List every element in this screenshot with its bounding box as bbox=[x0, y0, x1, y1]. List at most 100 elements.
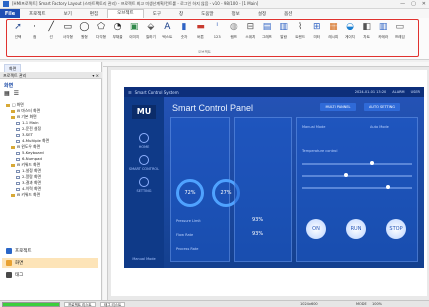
menu-tools[interactable]: 도구 bbox=[144, 11, 170, 17]
tool-arc[interactable]: ◔ 부채꼴 bbox=[110, 22, 126, 52]
tool-polygon[interactable]: ⬠ 다각형 bbox=[93, 22, 109, 52]
slider-knob-2[interactable] bbox=[344, 173, 348, 177]
tool-graph[interactable]: ▤ 그래프 bbox=[259, 22, 275, 52]
nav-screen[interactable]: 화면 bbox=[2, 258, 98, 268]
tool-rectangle[interactable]: ▭ 사각형 bbox=[60, 22, 76, 52]
tool-alarm[interactable]: ▥ 알람 bbox=[276, 22, 292, 52]
tool-pointer[interactable]: ➚ 선택 bbox=[10, 22, 26, 52]
slider-knob-1[interactable] bbox=[370, 161, 374, 165]
tool-gauge[interactable]: ◒ 게이지 bbox=[342, 22, 358, 52]
multi-panel-button[interactable]: MULTI PANNEL bbox=[320, 103, 356, 111]
list-view-icon[interactable]: ☰ bbox=[14, 90, 19, 97]
tool-camera[interactable]: ▥ 카메라 bbox=[375, 22, 391, 52]
side-setting[interactable]: SETTING bbox=[124, 177, 164, 193]
minimize-icon[interactable]: — bbox=[400, 1, 405, 7]
tool-numeric[interactable]: ▮ 숫자 bbox=[176, 22, 192, 52]
page-icon bbox=[16, 169, 20, 173]
panel-title: Smart Control Panel bbox=[172, 103, 254, 113]
slider-knob-3[interactable] bbox=[386, 185, 390, 189]
vertical-ruler bbox=[103, 67, 108, 300]
tool-label: 점 bbox=[32, 35, 37, 39]
side-smart-control[interactable]: SMART CONTROL bbox=[124, 155, 164, 171]
page-icon bbox=[16, 121, 20, 125]
folder-icon bbox=[11, 109, 15, 113]
nav-project[interactable]: 프로젝트 bbox=[2, 246, 98, 256]
stop-button[interactable]: STOP bbox=[386, 219, 406, 239]
menu-info[interactable]: 정보 bbox=[223, 11, 249, 17]
on-button[interactable]: ON bbox=[306, 219, 326, 239]
resolution-label: 1024x600 bbox=[300, 302, 318, 306]
tool-image[interactable]: ▣ 이미지 bbox=[126, 22, 142, 52]
tool-fill[interactable]: ⬙ 칠하기 bbox=[143, 22, 159, 52]
menu-window[interactable]: 창 bbox=[170, 11, 192, 17]
tab-tag-list[interactable]: 태그 리스트 bbox=[100, 302, 126, 307]
page-icon bbox=[16, 139, 20, 143]
pressure-value: 93% bbox=[252, 217, 264, 223]
pin-close-icon[interactable]: ▾ × bbox=[92, 72, 99, 79]
tool-label: 카메라 bbox=[378, 35, 389, 39]
tool-chart[interactable]: ◧ 차트 bbox=[359, 22, 375, 52]
home-icon bbox=[139, 133, 149, 143]
control-card bbox=[296, 117, 418, 262]
menu-settings[interactable]: 설정 bbox=[249, 11, 275, 17]
menu-help[interactable]: 도움말 bbox=[192, 11, 222, 17]
zoom-label[interactable]: 100% bbox=[372, 302, 382, 306]
tool-circle[interactable]: ◯ 원형 bbox=[76, 22, 92, 52]
tool-input[interactable]: ⁱ 123 bbox=[209, 22, 225, 52]
tool-line[interactable]: ╱ 선 bbox=[43, 22, 59, 52]
hmi-screen[interactable]: ☰ Smart Control System 2024-01-01 13:20 … bbox=[124, 87, 424, 268]
auto-setting-button[interactable]: AUTO SETTING bbox=[364, 103, 400, 111]
menu-icon[interactable]: ☰ bbox=[128, 90, 132, 95]
mode-label: MODE bbox=[356, 302, 367, 306]
tool-label: 이미지 bbox=[129, 35, 140, 39]
manual-mode-label: Manual Mode bbox=[302, 125, 326, 129]
horizontal-ruler bbox=[103, 62, 429, 67]
tool-label: 스위치 bbox=[245, 35, 256, 39]
tool-label: 레시피 bbox=[328, 35, 339, 39]
tool-dot[interactable]: · 점 bbox=[27, 22, 43, 52]
auto-mode-label: Auto Mode bbox=[370, 125, 389, 129]
alarm-label[interactable]: ALARM bbox=[392, 90, 404, 94]
tool-frame[interactable]: ▭ 프레임 bbox=[392, 22, 408, 52]
tool-meter[interactable]: ⊞ 미터 bbox=[309, 22, 325, 52]
folder-icon bbox=[11, 163, 15, 167]
system-name: Smart Control System bbox=[134, 89, 179, 95]
rate-value: 93% bbox=[252, 231, 264, 237]
menu-file[interactable]: File bbox=[0, 9, 20, 18]
menu-view[interactable]: 보기 bbox=[55, 11, 81, 17]
page-icon bbox=[16, 133, 20, 137]
menu-bar: File 프로젝트 보기 편집 오브젝트 도구 창 도움말 정보 설정 옵션 bbox=[0, 9, 429, 18]
meter-icon: ⊞ bbox=[313, 22, 321, 32]
input-icon: ⁱ bbox=[216, 22, 218, 32]
maximize-icon[interactable]: ▢ bbox=[411, 1, 416, 7]
run-button[interactable]: RUN bbox=[346, 219, 366, 239]
tree-item[interactable]: ⊟ 키워드 화면 bbox=[6, 192, 100, 198]
tool-recipe[interactable]: ▦ 레시피 bbox=[325, 22, 341, 52]
tool-trend[interactable]: ⌇ 트렌드 bbox=[292, 22, 308, 52]
tool-label: 게이지 bbox=[345, 35, 355, 39]
menu-project[interactable]: 프로젝트 bbox=[20, 11, 55, 17]
tool-text[interactable]: A 텍스트 bbox=[159, 22, 175, 52]
pressure-label: Pressure Limit bbox=[176, 219, 201, 223]
folder-icon bbox=[11, 193, 15, 197]
tool-label: 그래프 bbox=[262, 35, 272, 39]
tab-project-list[interactable]: 프로젝트 리스트 bbox=[64, 302, 96, 307]
menu-edit[interactable]: 편집 bbox=[81, 11, 107, 17]
tool-lamp[interactable]: ◍ 램프 bbox=[226, 22, 242, 52]
menu-options[interactable]: 옵션 bbox=[275, 11, 301, 17]
tool-switch[interactable]: ⊟ 스위치 bbox=[242, 22, 258, 52]
nav-screen-label: 화면 bbox=[15, 261, 24, 266]
hmi-top-bar: ☰ Smart Control System 2024-01-01 13:20 … bbox=[124, 87, 424, 97]
side-home[interactable]: HOME bbox=[124, 133, 164, 149]
tool-label: 칠하기 bbox=[145, 35, 156, 39]
user-label[interactable]: USER bbox=[411, 90, 420, 94]
nav-tag[interactable]: 태그 bbox=[2, 270, 98, 280]
tool-label: 다각형 bbox=[96, 35, 106, 39]
side-manual[interactable]: Manual Mode bbox=[124, 257, 164, 261]
close-icon[interactable]: ✕ bbox=[422, 1, 426, 7]
grid-view-icon[interactable]: ▦ bbox=[4, 90, 10, 97]
page-icon bbox=[16, 127, 20, 131]
tool-button[interactable]: ▬ 버튼 bbox=[193, 22, 209, 52]
menu-object[interactable]: 오브젝트 bbox=[107, 9, 144, 18]
tool-label: 프레임 bbox=[394, 35, 405, 39]
